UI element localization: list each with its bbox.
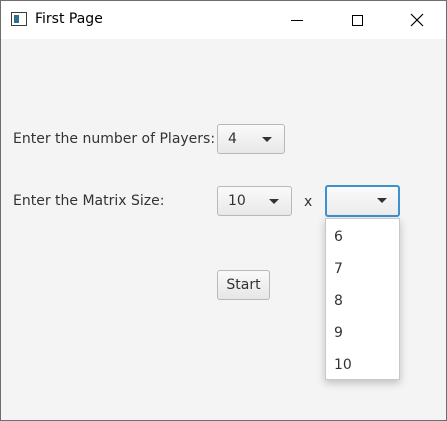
chevron-down-icon bbox=[377, 198, 387, 203]
matrix-cols-dropdown-list: 6 7 8 9 10 bbox=[325, 218, 400, 380]
matrix-cols-combo[interactable] bbox=[325, 185, 400, 217]
start-button[interactable]: Start bbox=[217, 270, 270, 300]
dropdown-option[interactable]: 9 bbox=[326, 317, 399, 349]
dropdown-option[interactable]: 8 bbox=[326, 285, 399, 317]
title-bar[interactable]: First Page bbox=[1, 1, 446, 39]
players-label: Enter the number of Players: bbox=[13, 131, 216, 147]
matrix-size-label: Enter the Matrix Size: bbox=[13, 193, 165, 209]
dropdown-option[interactable]: 10 bbox=[326, 349, 399, 381]
maximize-button[interactable] bbox=[327, 1, 387, 39]
chevron-down-icon bbox=[269, 199, 279, 204]
dropdown-option[interactable]: 6 bbox=[326, 221, 399, 253]
dropdown-option[interactable]: 7 bbox=[326, 253, 399, 285]
close-icon bbox=[410, 13, 424, 27]
players-combo[interactable]: 4 bbox=[217, 124, 285, 154]
maximize-icon bbox=[351, 14, 363, 26]
chevron-down-icon bbox=[262, 137, 272, 142]
minimize-button[interactable] bbox=[267, 1, 327, 39]
window-title: First Page bbox=[35, 11, 103, 27]
matrix-rows-combo[interactable]: 10 bbox=[217, 186, 292, 216]
app-window-icon bbox=[11, 12, 27, 26]
close-button[interactable] bbox=[387, 1, 447, 39]
players-combo-value: 4 bbox=[228, 131, 237, 147]
matrix-separator: x bbox=[304, 194, 313, 210]
app-window: First Page Enter the number of Players: … bbox=[0, 0, 447, 421]
matrix-rows-value: 10 bbox=[228, 193, 246, 209]
minimize-icon bbox=[291, 19, 303, 21]
